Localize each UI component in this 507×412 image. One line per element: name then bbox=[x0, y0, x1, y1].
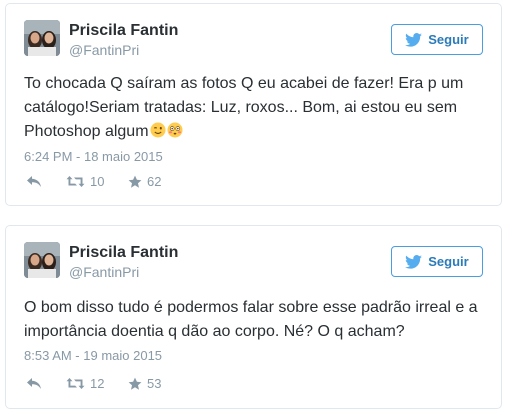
user-handle[interactable]: @FantinPri bbox=[69, 264, 139, 280]
flushed-face-emoji bbox=[167, 122, 183, 138]
avatar[interactable] bbox=[24, 20, 60, 56]
follow-button[interactable]: Seguir bbox=[391, 246, 483, 277]
reply-button[interactable] bbox=[26, 175, 66, 188]
winking-face-emoji bbox=[150, 122, 166, 138]
avatar[interactable] bbox=[24, 242, 60, 278]
favorite-count: 53 bbox=[147, 376, 162, 391]
retweet-count: 10 bbox=[90, 174, 105, 189]
follow-button-label: Seguir bbox=[428, 254, 469, 269]
user-name[interactable]: Priscila Fantin bbox=[69, 22, 178, 40]
reply-button[interactable] bbox=[26, 377, 66, 390]
tweet-timestamp[interactable]: 8:53 AM - 19 maio 2015 bbox=[24, 348, 162, 364]
favorite-star-icon bbox=[128, 175, 142, 189]
reply-icon bbox=[26, 377, 42, 390]
favorite-button[interactable]: 62 bbox=[128, 174, 188, 189]
user-name[interactable]: Priscila Fantin bbox=[69, 244, 178, 262]
tweet-actions: 10 62 bbox=[26, 174, 188, 189]
twitter-bird-icon bbox=[405, 32, 423, 47]
tweet-text: O bom disso tudo é podermos falar sobre … bbox=[24, 299, 483, 340]
retweet-button[interactable]: 10 bbox=[66, 174, 128, 189]
tweet-actions: 12 53 bbox=[26, 376, 188, 391]
follow-button-label: Seguir bbox=[428, 32, 469, 47]
tweet-text-content: To chocada Q saíram as fotos Q eu acabei… bbox=[24, 75, 468, 140]
retweet-button[interactable]: 12 bbox=[66, 376, 128, 391]
tweet-timestamp[interactable]: 6:24 PM - 18 maio 2015 bbox=[24, 149, 163, 165]
tweet-text: To chocada Q saíram as fotos Q eu acabei… bbox=[24, 72, 487, 144]
favorite-button[interactable]: 53 bbox=[128, 376, 188, 391]
reply-icon bbox=[26, 175, 42, 188]
retweet-count: 12 bbox=[90, 376, 105, 391]
favorite-star-icon bbox=[128, 377, 142, 391]
tweet-card: Priscila Fantin @FantinPri Seguir O bom … bbox=[5, 225, 502, 409]
retweet-icon bbox=[66, 175, 85, 188]
twitter-bird-icon bbox=[405, 254, 423, 269]
follow-button[interactable]: Seguir bbox=[391, 24, 483, 55]
favorite-count: 62 bbox=[147, 174, 162, 189]
user-handle[interactable]: @FantinPri bbox=[69, 42, 139, 58]
tweet-card: Priscila Fantin @FantinPri Seguir To cho… bbox=[5, 3, 502, 206]
retweet-icon bbox=[66, 377, 85, 390]
